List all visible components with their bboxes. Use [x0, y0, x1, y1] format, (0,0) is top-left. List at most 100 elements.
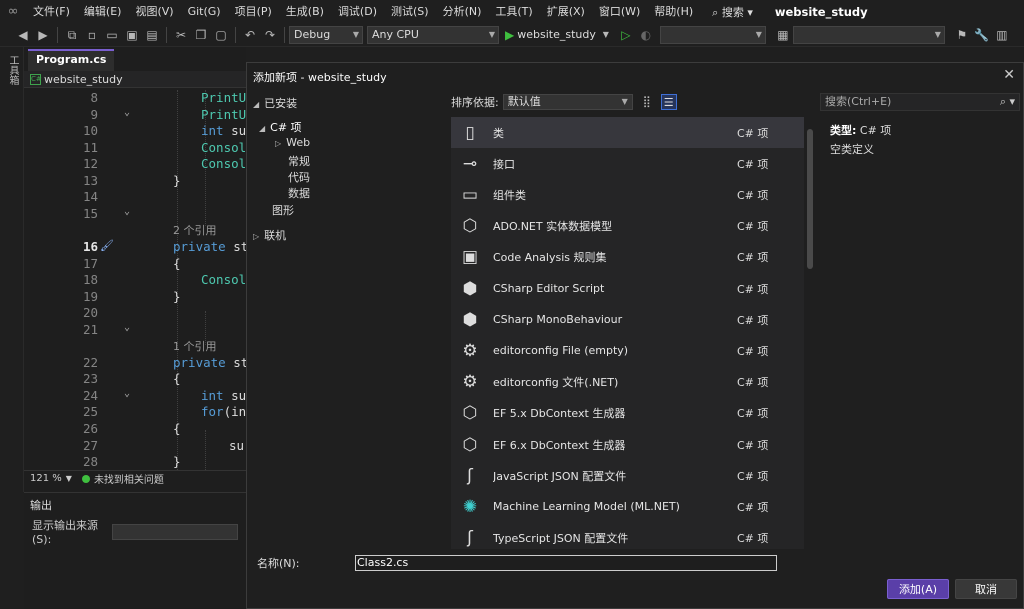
menu-item[interactable]: 测试(S) — [384, 0, 436, 23]
menu-item[interactable]: 分析(N) — [436, 0, 489, 23]
template-item[interactable]: ⬢ CSharp Editor Script C# 项 — [451, 273, 804, 304]
output-title: 输出 — [30, 499, 52, 512]
menu-item[interactable]: 扩展(X) — [540, 0, 592, 23]
template-item[interactable]: ✺ Machine Learning Model (ML.NET) C# 项 — [451, 491, 804, 522]
template-item[interactable]: ▭ 组件类 C# 项 — [451, 179, 804, 210]
paste-icon[interactable]: ▢ — [212, 26, 230, 44]
entity-model-icon: ⬡ — [462, 216, 478, 237]
menu-item[interactable]: 工具(T) — [488, 0, 539, 23]
template-name: ADO.NET 实体数据模型 — [493, 220, 613, 234]
new-project-icon[interactable]: ⧉ — [63, 26, 81, 44]
split-icon[interactable]: ▥ — [993, 26, 1011, 44]
configuration-select[interactable]: Debug ▼ — [289, 25, 363, 44]
template-item[interactable]: ▣ Code Analysis 规则集 C# 项 — [451, 242, 804, 273]
platform-select[interactable]: Any CPU ▼ — [367, 25, 499, 44]
add-button[interactable]: 添加(A) — [887, 579, 949, 599]
redo-icon[interactable]: ↷ — [261, 26, 279, 44]
template-item[interactable]: ⊸ 接口 C# 项 — [451, 148, 804, 179]
fold-icon[interactable]: ⌄ — [124, 206, 130, 217]
toolbar: ◀ ▶ ⧉ ▫ ▭ ▣ ▤ ✂ ❐ ▢ ↶ ↷ Debug ▼ Any CPU ▼ … — [0, 23, 1024, 47]
back-icon[interactable]: ◀ — [14, 26, 32, 44]
editor-nav-bar[interactable]: C# website_study — [24, 71, 246, 88]
start-without-debug-icon[interactable]: ▷ — [617, 26, 635, 44]
close-icon[interactable]: ✕ — [1003, 67, 1015, 83]
toolbox-label[interactable]: 工具箱 — [6, 55, 18, 85]
menu-item[interactable]: 视图(V) — [128, 0, 180, 23]
zoom-level[interactable]: 121 % — [30, 473, 62, 484]
menu-item[interactable]: 调试(D) — [331, 0, 384, 23]
tree-item-online[interactable]: ▷ 联机 — [253, 227, 286, 243]
cut-icon[interactable]: ✂ — [172, 26, 190, 44]
menu-item[interactable]: 项目(P) — [228, 0, 279, 23]
menu-item[interactable]: 生成(B) — [279, 0, 331, 23]
start-debug-icon[interactable]: ▶ — [505, 28, 514, 42]
cancel-button[interactable]: 取消 — [955, 579, 1017, 599]
quick-action-icon[interactable]: 🖌 — [100, 239, 114, 252]
sort-select[interactable]: 默认值 ▼ — [502, 94, 633, 110]
grid-view-icon[interactable]: ⣿ — [639, 94, 655, 110]
fold-icon[interactable]: ⌄ — [124, 107, 130, 118]
add-item-icon[interactable]: ▫ — [83, 26, 101, 44]
open-folder-icon[interactable]: ▭ — [103, 26, 121, 44]
tree-item-csharp[interactable]: ◢ C# 项 — [259, 119, 302, 135]
line-number: 8 — [90, 90, 98, 105]
template-item[interactable]: ⚙ editorconfig File (empty) C# 项 — [451, 335, 804, 366]
code-area[interactable]: 8 PrintU 9 ⌄ PrintU 10 int su 11 Consol 12 Consol 1… — [24, 90, 246, 470]
code-line: 13} — [24, 173, 246, 190]
menu-item[interactable]: 文件(F) — [26, 0, 77, 23]
scrollbar-thumb[interactable] — [807, 129, 813, 269]
menu-item[interactable]: 窗口(W) — [592, 0, 647, 23]
tree-item-installed[interactable]: ◢ 已安装 — [253, 95, 297, 111]
code-fragment: Consol — [201, 139, 246, 155]
template-item[interactable]: ʃ JavaScript JSON 配置文件 C# 项 — [451, 460, 804, 491]
platform-value: Any CPU — [372, 27, 419, 41]
debug-target-select[interactable]: ▼ — [659, 25, 766, 44]
save-icon[interactable]: ▣ — [123, 26, 141, 44]
output-source-select[interactable] — [112, 523, 238, 540]
fold-icon[interactable]: ⌄ — [124, 322, 130, 333]
hot-reload-icon[interactable]: ◐ — [637, 26, 655, 44]
template-list-scrollbar[interactable] — [804, 117, 816, 549]
template-item[interactable]: ⬡ EF 6.x DbContext 生成器 C# 项 — [451, 429, 804, 460]
tree-item-graphics[interactable]: 图形 — [272, 202, 294, 218]
forward-icon[interactable]: ▶ — [34, 26, 52, 44]
template-item[interactable]: ⬡ ADO.NET 实体数据模型 C# 项 — [451, 211, 804, 242]
template-item[interactable]: ▯ 类 C# 项 — [451, 117, 804, 148]
template-search-input[interactable]: 搜索(Ctrl+E) ⌕ ▾ — [820, 93, 1020, 111]
tools-icon[interactable]: 🔧 — [973, 26, 991, 44]
issues-status[interactable]: 未找到相关问题 — [94, 471, 164, 486]
run-target-label[interactable]: website_study — [517, 28, 596, 41]
feedback-icon[interactable]: ⚑ — [953, 26, 971, 44]
menu-item[interactable]: 帮助(H) — [647, 0, 700, 23]
tree-item-general[interactable]: 常规 — [288, 153, 310, 169]
save-all-icon[interactable]: ▤ — [143, 26, 161, 44]
browse-icon[interactable]: ▦ — [774, 26, 792, 44]
tab-program-cs[interactable]: Program.cs — [28, 49, 115, 71]
reference-count[interactable]: 2 个引用 — [173, 222, 217, 238]
template-item[interactable]: ʃ TypeScript JSON 配置文件 C# 项 — [451, 523, 804, 549]
reference-count[interactable]: 1 个引用 — [173, 338, 217, 354]
list-view-icon[interactable]: ☰ — [660, 94, 677, 110]
code-text: Consol — [201, 140, 246, 155]
menu-item[interactable]: 编辑(E) — [77, 0, 129, 23]
template-item[interactable]: ⬢ CSharp MonoBehaviour C# 项 — [451, 304, 804, 335]
search-menu[interactable]: ⌕ 搜索 ▾ — [706, 4, 759, 20]
template-name: 组件类 — [493, 188, 526, 202]
tree-item-web[interactable]: ▷ Web — [275, 136, 310, 149]
line-number: 24 — [82, 387, 98, 403]
search-icon[interactable]: ⌕ ▾ — [1000, 94, 1015, 110]
menu-item[interactable]: Git(G) — [181, 0, 228, 23]
tree-item-data[interactable]: 数据 — [288, 185, 310, 201]
fold-icon[interactable]: ⌄ — [124, 388, 130, 399]
undo-icon[interactable]: ↶ — [241, 26, 259, 44]
chevron-down-icon[interactable]: ▼ — [66, 474, 72, 483]
detail-type-row: 类型: C# 项 — [830, 121, 891, 140]
copy-icon[interactable]: ❐ — [192, 26, 210, 44]
template-item[interactable]: ⬡ EF 5.x DbContext 生成器 C# 项 — [451, 398, 804, 429]
solution-config-select[interactable]: ▼ — [792, 25, 945, 44]
toolbox-side-panel[interactable]: 工具箱 — [0, 47, 24, 492]
run-dropdown-icon[interactable]: ▼ — [597, 26, 615, 44]
template-item[interactable]: ⚙ editorconfig 文件(.NET) C# 项 — [451, 367, 804, 398]
name-input[interactable]: Class2.cs — [355, 555, 777, 571]
tree-item-code[interactable]: 代码 — [288, 169, 310, 185]
